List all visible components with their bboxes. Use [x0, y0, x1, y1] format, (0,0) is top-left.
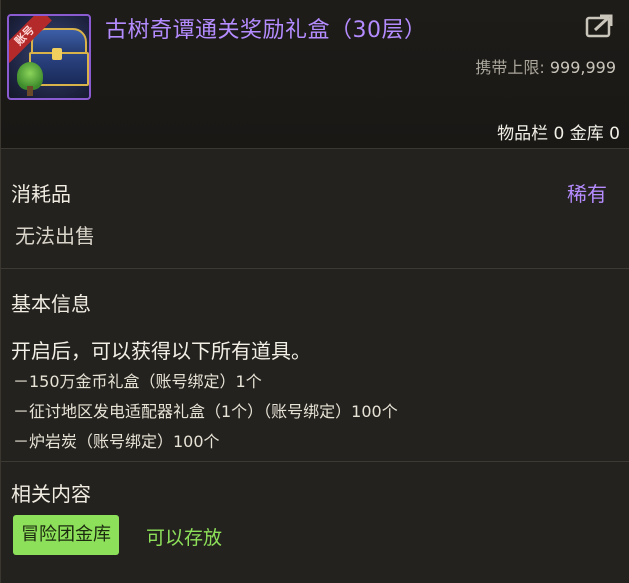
storable-status: 可以存放	[146, 527, 223, 549]
item-title: 古树奇谭通关奖励礼盒（30层）	[105, 18, 427, 43]
carry-limit: 携带上限: 999,999	[475, 54, 616, 78]
item-header: 账号 古树奇谭通关奖励礼盒（30层） 携带上限: 999,999 物品栏 0 金…	[1, 0, 629, 149]
carry-limit-label: 携带上限:	[475, 58, 545, 77]
item-description: 开启后，可以获得以下所有道具。	[11, 339, 311, 363]
reward-item: －炉岩炭（账号绑定）100个	[13, 432, 220, 451]
share-export-icon[interactable]	[584, 13, 614, 39]
carry-limit-value: 999,999	[549, 58, 616, 77]
sell-status: 无法出售	[15, 224, 95, 248]
item-type: 消耗品	[11, 182, 71, 206]
reward-item: －150万金币礼盒（账号绑定）1个	[13, 372, 262, 391]
item-tooltip: 账号 古树奇谭通关奖励礼盒（30层） 携带上限: 999,999 物品栏 0 金…	[0, 0, 629, 583]
adventure-vault-button[interactable]: 冒险团金库	[13, 515, 119, 555]
reward-item: －征讨地区发电适配器礼盒（1个）（账号绑定）100个	[13, 402, 398, 421]
divider	[1, 268, 629, 269]
treasure-chest-icon: 账号	[7, 14, 91, 100]
item-rarity: 稀有	[567, 182, 607, 206]
basic-info-title: 基本信息	[11, 292, 91, 316]
related-content-title: 相关内容	[11, 482, 91, 506]
storage-count: 物品栏 0 金库 0	[497, 124, 620, 144]
divider	[1, 461, 629, 462]
